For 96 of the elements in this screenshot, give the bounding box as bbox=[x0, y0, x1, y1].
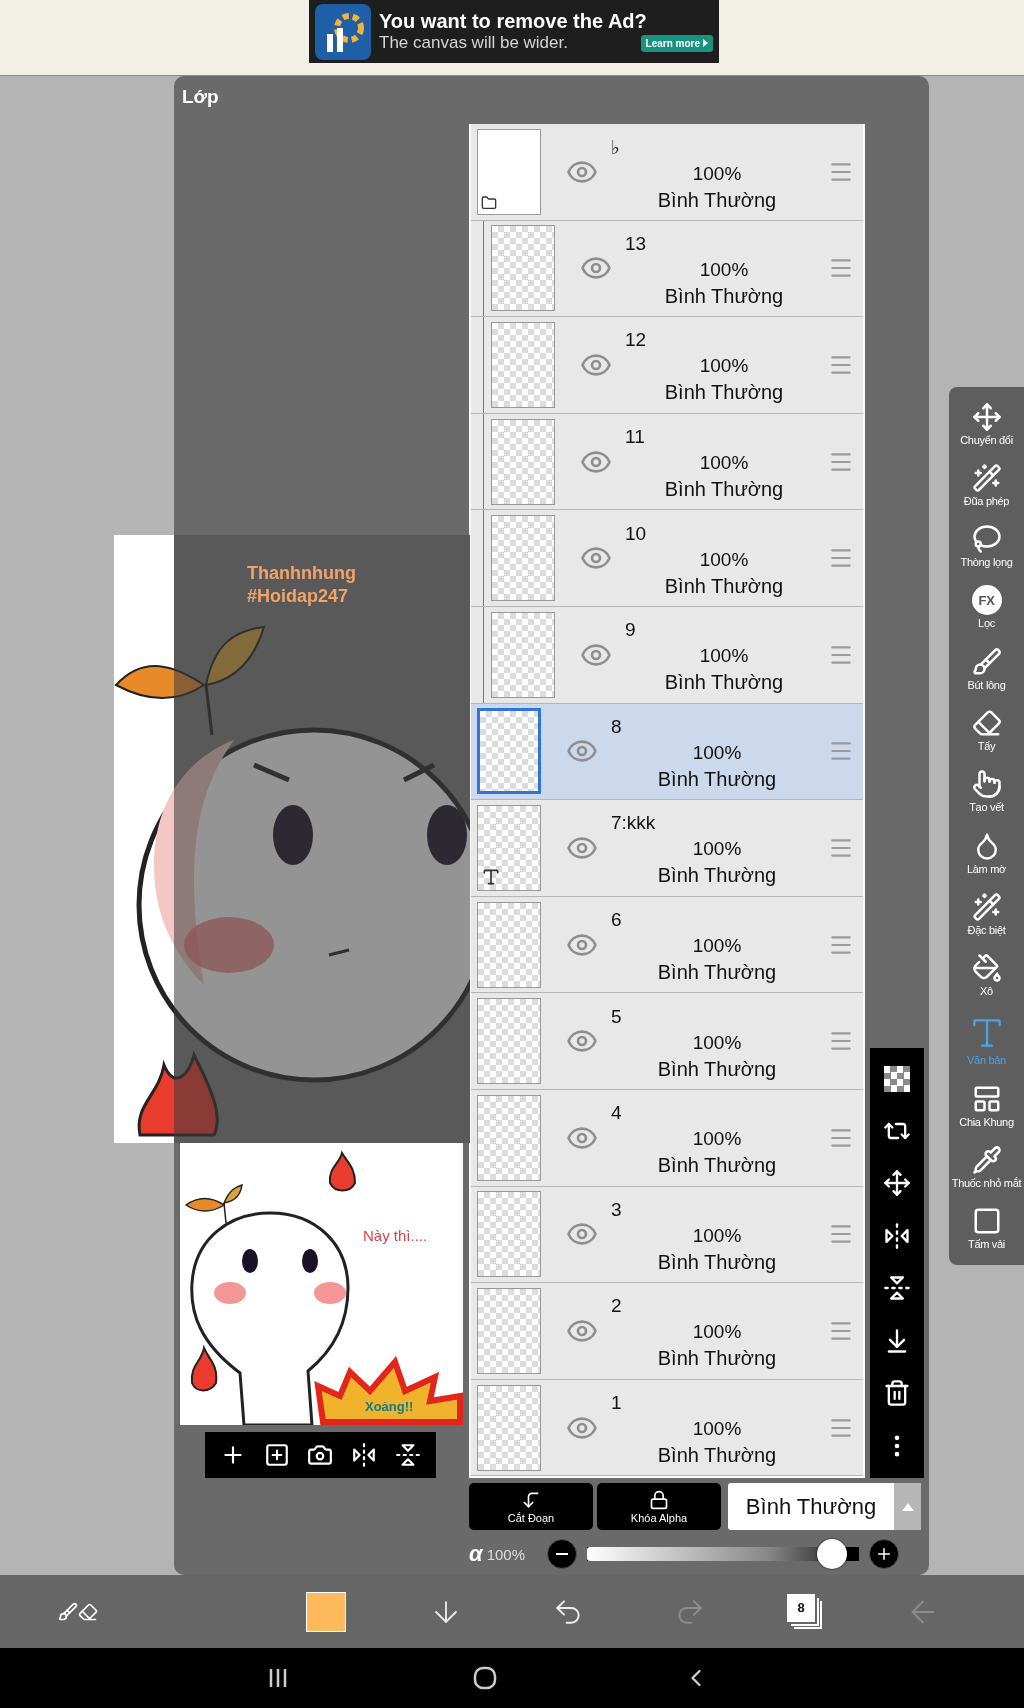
layer-opacity: 100% bbox=[692, 1418, 742, 1440]
layer-opacity: 100% bbox=[692, 1321, 742, 1344]
layer-row[interactable]: 10 100% Bình Thường bbox=[471, 510, 863, 607]
layer-blend-mode: Bình Thường bbox=[664, 381, 784, 405]
layer-name: 4 bbox=[611, 1102, 622, 1125]
layer-opacity: 100% bbox=[692, 1031, 742, 1054]
layer-opacity: 100% bbox=[692, 1128, 742, 1151]
tool-button[interactable]: Tấm vải bbox=[949, 1206, 1024, 1251]
tool-button[interactable]: Tạo vết bbox=[949, 769, 1024, 814]
tool-button[interactable]: FX Lọc bbox=[949, 585, 1024, 630]
slider-thumb[interactable] bbox=[816, 1539, 847, 1569]
eyedropper-icon bbox=[971, 1145, 1002, 1175]
layer-name: 1 bbox=[611, 1392, 622, 1414]
layer-name: 10 bbox=[625, 522, 647, 545]
tool-button[interactable]: Đặc biệt bbox=[949, 891, 1024, 936]
finger-icon bbox=[971, 769, 1002, 800]
layer-blend-mode: Bình Thường bbox=[664, 478, 784, 502]
tool-button[interactable]: Đũa phép bbox=[949, 462, 1024, 507]
layer-opacity: 100% bbox=[692, 162, 742, 185]
transparency-icon[interactable] bbox=[882, 1064, 912, 1095]
layer-opacity: 100% bbox=[699, 258, 749, 281]
eraser-icon bbox=[971, 708, 1002, 739]
canvas-text: Thanhnhung bbox=[247, 563, 356, 584]
preview-text: Xoảng!! bbox=[365, 1399, 414, 1414]
tool-button[interactable]: Bút lông bbox=[949, 646, 1024, 691]
move-icon bbox=[971, 401, 1002, 432]
minus-icon bbox=[555, 1553, 568, 1555]
layer-opacity: 100% bbox=[692, 1224, 742, 1247]
layer-blend-mode: Bình Thường bbox=[657, 1154, 777, 1178]
lasso-icon bbox=[971, 524, 1002, 555]
ad-banner[interactable]: You want to remove the Ad? The canvas will be wider. Learn more bbox=[309, 0, 719, 63]
layer-blend-mode: Bình Thường bbox=[657, 1057, 777, 1081]
layer-name: 11 bbox=[625, 426, 645, 449]
ad-subtitle: The canvas will be wider. bbox=[379, 33, 568, 53]
ad-title: You want to remove the Ad? bbox=[379, 10, 648, 33]
paint-bucket-icon bbox=[971, 953, 1002, 984]
minus-button[interactable] bbox=[546, 1539, 577, 1569]
layer-blend-mode: Bình Thường bbox=[657, 1250, 777, 1274]
brush-icon bbox=[971, 646, 1002, 677]
layer-name: 9 bbox=[625, 619, 636, 642]
alpha-symbol: α bbox=[469, 1541, 483, 1567]
layer-blend-mode: Bình Thường bbox=[657, 864, 777, 888]
layer-row[interactable]: 12 100% Bình Thường bbox=[471, 317, 863, 414]
layer-opacity: 100% bbox=[699, 355, 749, 378]
layer-blend-mode: Bình Thường bbox=[657, 961, 777, 985]
layer-blend-mode: Bình Thường bbox=[657, 767, 777, 791]
layer-opacity: 100% bbox=[692, 741, 742, 764]
preview-text: Này thì.... bbox=[363, 1227, 428, 1244]
layer-row[interactable]: 13 100% Bình Thường bbox=[471, 220, 863, 318]
blend-mode-dropdown[interactable]: Bình Thường bbox=[728, 1483, 921, 1530]
layer-opacity: 100% bbox=[699, 645, 749, 668]
layer-opacity: 100% bbox=[699, 548, 749, 571]
layer-name: 7:kkk bbox=[611, 812, 656, 835]
layer-opacity: 100% bbox=[692, 838, 742, 861]
layer-name: 12 bbox=[625, 329, 647, 352]
tool-button[interactable]: Chuyển đổi bbox=[949, 401, 1024, 446]
sparkle-wand-icon bbox=[971, 891, 1002, 922]
layer-blend-mode: Bình Thường bbox=[664, 671, 784, 695]
layer-row[interactable]: 9 100% Bình Thường bbox=[471, 606, 863, 704]
tool-button[interactable]: Làm mờ bbox=[949, 830, 1024, 875]
layer-row[interactable]: 8 100% Bình Thường bbox=[471, 703, 863, 801]
layer-opacity: 100% bbox=[699, 452, 749, 475]
layer-blend-mode: Bình Thường bbox=[657, 1444, 777, 1467]
app-logo-icon bbox=[315, 3, 371, 60]
panel-title: Lớp bbox=[182, 86, 219, 108]
clipping-button[interactable]: Cắt Đoạn bbox=[469, 1483, 593, 1530]
home-icon[interactable] bbox=[473, 1666, 497, 1690]
magic-wand-icon bbox=[971, 462, 1002, 493]
tool-button[interactable]: Thòng lọng bbox=[949, 524, 1024, 569]
layer-name: 5 bbox=[611, 1005, 622, 1028]
layer-blend-mode: Bình Thường bbox=[664, 574, 784, 598]
layer-name: 8 bbox=[611, 715, 622, 738]
tool-button[interactable]: Xô bbox=[949, 953, 1024, 998]
layer-name: 3 bbox=[611, 1198, 622, 1221]
layer-opacity: 100% bbox=[692, 935, 742, 958]
recent-apps-icon[interactable] bbox=[268, 1668, 288, 1688]
learn-more-button[interactable]: Learn more bbox=[640, 34, 713, 52]
layer-blend-mode: Bình Thường bbox=[664, 284, 784, 308]
layer-row[interactable]: 11 100% Bình Thường bbox=[471, 413, 863, 511]
plus-button[interactable] bbox=[868, 1539, 899, 1569]
layer-name: ♭ bbox=[611, 135, 620, 159]
alpha-lock-button[interactable]: Khóa Alpha bbox=[597, 1483, 721, 1530]
folder-icon bbox=[481, 194, 497, 211]
layer-name: 2 bbox=[611, 1295, 622, 1318]
lock-icon bbox=[649, 1489, 669, 1510]
tool-button[interactable]: Chia Khung bbox=[949, 1083, 1024, 1128]
tool-button[interactable]: Tẩy bbox=[949, 708, 1024, 753]
color-swatch[interactable] bbox=[306, 1591, 346, 1632]
opacity-reading: 100% bbox=[486, 1545, 527, 1563]
layer-blend-mode: Bình Thường bbox=[657, 1347, 777, 1371]
canvas-text: #Hoidap247 bbox=[247, 586, 349, 607]
layer-blend-mode: Bình Thường bbox=[657, 188, 777, 212]
layer-name: 6 bbox=[611, 909, 622, 932]
fx-icon: FX bbox=[971, 585, 1002, 616]
layer-name: 13 bbox=[625, 232, 647, 255]
tool-button[interactable]: Thuốc nhỏ mắt bbox=[949, 1145, 1024, 1189]
